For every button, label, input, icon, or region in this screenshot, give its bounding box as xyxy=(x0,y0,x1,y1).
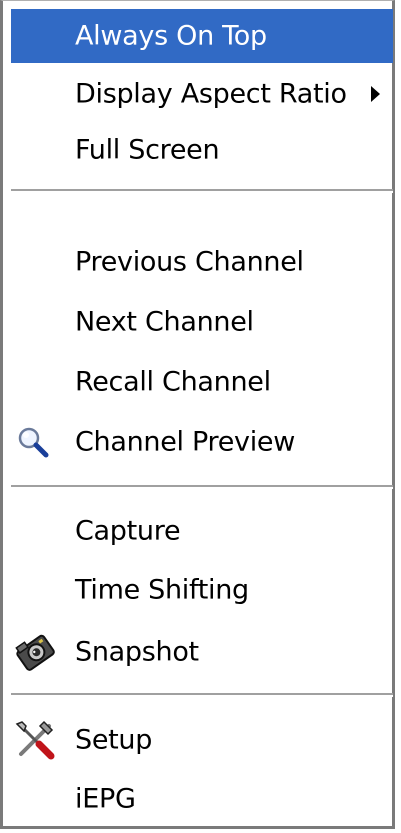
menu-item-label: iEPG xyxy=(75,783,136,815)
menu-item-time-shifting[interactable]: Time Shifting xyxy=(11,563,393,617)
menu-item-setup[interactable]: Setup xyxy=(11,713,393,767)
menu-item-channel-preview[interactable]: Channel Preview xyxy=(11,415,393,469)
menu-separator xyxy=(11,693,393,697)
menu-item-label: Channel Preview xyxy=(75,426,296,458)
menu-item-label: Time Shifting xyxy=(75,574,249,606)
camera-icon xyxy=(13,630,57,674)
menu-item-label: Snapshot xyxy=(75,636,199,668)
menu-item-recall-channel[interactable]: Recall Channel xyxy=(11,355,393,409)
menu-item-full-screen[interactable]: Full Screen xyxy=(11,123,393,177)
menu-item-previous-channel[interactable]: Previous Channel xyxy=(11,235,393,289)
tools-icon xyxy=(13,718,57,762)
menu-item-capture[interactable]: Capture xyxy=(11,504,393,558)
menu-separator xyxy=(11,189,393,193)
menu-item-next-channel[interactable]: Next Channel xyxy=(11,295,393,349)
menu-item-snapshot[interactable]: Snapshot xyxy=(11,625,393,679)
menu-item-label: Capture xyxy=(75,515,181,547)
menu-item-label: Next Channel xyxy=(75,306,254,338)
menu-item-label: Full Screen xyxy=(75,134,220,166)
menu-separator xyxy=(11,485,393,489)
menu-item-iepg[interactable]: iEPG xyxy=(11,772,393,826)
menu-item-display-aspect-ratio[interactable]: Display Aspect Ratio xyxy=(11,67,393,121)
submenu-arrow-icon xyxy=(371,86,380,102)
menu-item-label: Recall Channel xyxy=(75,366,271,398)
menu-item-label: Display Aspect Ratio xyxy=(75,78,347,110)
menu-item-label: Always On Top xyxy=(75,20,267,52)
menu-item-label: Setup xyxy=(75,724,153,756)
magnifier-icon xyxy=(13,420,57,464)
context-menu: Always On Top Display Aspect Ratio Full … xyxy=(0,0,395,829)
menu-item-always-on-top[interactable]: Always On Top xyxy=(11,9,393,63)
menu-item-label: Previous Channel xyxy=(75,246,304,278)
